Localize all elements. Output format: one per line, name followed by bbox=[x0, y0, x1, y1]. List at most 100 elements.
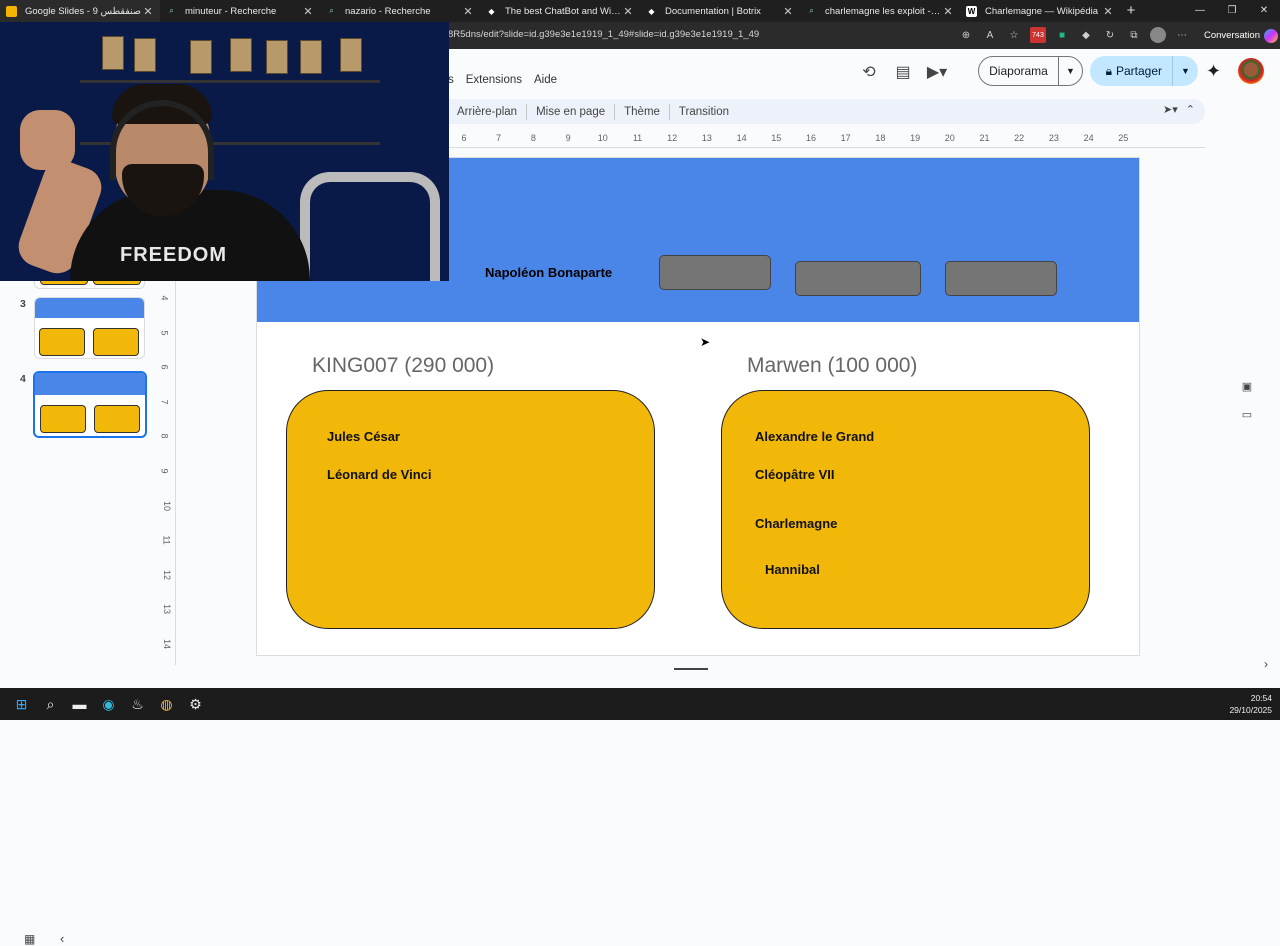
extension-badge[interactable]: 743 bbox=[1030, 27, 1046, 43]
ruler-tick-label: 6 bbox=[159, 364, 170, 370]
speaker-notes-handle[interactable] bbox=[674, 668, 708, 670]
menu-item-extensions[interactable]: Extensions bbox=[466, 74, 522, 86]
thumb-card bbox=[94, 405, 140, 433]
player-card[interactable]: Alexandre le Grand Cléopâtre VII Charlem… bbox=[721, 390, 1090, 629]
card-item[interactable]: Cléopâtre VII bbox=[755, 467, 834, 482]
tab-minuteur[interactable]: ⌕ minuteur - Recherche ✕ bbox=[160, 0, 320, 22]
tab-title: Charlemagne — Wikipédia bbox=[985, 5, 1098, 17]
task-view-icon[interactable]: ▬ bbox=[65, 688, 94, 720]
botrix-extension-icon[interactable]: ◆ bbox=[1078, 27, 1094, 43]
partager-label: Partager bbox=[1116, 64, 1163, 78]
windows-start-icon[interactable]: ⊞ bbox=[7, 688, 36, 720]
tab-charlemagne-search[interactable]: ⌕ charlemagne les exploit - Recherc ✕ bbox=[800, 0, 960, 22]
new-tab-button[interactable]: + bbox=[1120, 0, 1142, 22]
hand bbox=[20, 110, 75, 170]
close-icon[interactable]: ✕ bbox=[782, 5, 794, 18]
grey-box[interactable] bbox=[945, 261, 1057, 296]
menu-item-aide[interactable]: Aide bbox=[534, 74, 557, 86]
refresh-extension-icon[interactable]: ↻ bbox=[1102, 27, 1118, 43]
ruler-tick-label: 14 bbox=[162, 638, 173, 650]
tab-title: The best ChatBot and Widgets fo bbox=[505, 5, 622, 17]
slide-thumbnail-selected[interactable] bbox=[33, 371, 147, 438]
pointer-mode-icon[interactable]: ➤▾ bbox=[1163, 103, 1178, 116]
chevron-left-icon[interactable]: ‹ bbox=[60, 931, 64, 946]
avatar[interactable] bbox=[1238, 58, 1264, 84]
side-panel-icons: ▣ ▭ bbox=[1240, 380, 1254, 422]
player-card[interactable]: Jules César Léonard de Vinci bbox=[286, 390, 655, 629]
close-icon[interactable]: ✕ bbox=[302, 5, 314, 18]
minimize-icon[interactable]: — bbox=[1184, 0, 1216, 22]
tab-chatbot[interactable]: ◆ The best ChatBot and Widgets fo ✕ bbox=[480, 0, 640, 22]
tab-nazario[interactable]: ⌕ nazario - Recherche ✕ bbox=[320, 0, 480, 22]
player-name[interactable]: KING007 (290 000) bbox=[312, 354, 494, 378]
ruler-tick-label: 11 bbox=[161, 535, 172, 545]
close-icon[interactable]: ✕ bbox=[1102, 5, 1114, 18]
banner-text[interactable]: Napoléon Bonaparte bbox=[485, 265, 612, 280]
shelf bbox=[80, 80, 380, 83]
search-icon[interactable]: ⌕ bbox=[36, 688, 65, 720]
poster-frame bbox=[340, 38, 362, 72]
ruler-tick-label: 22 bbox=[1014, 133, 1025, 143]
arriere-plan-button[interactable]: Arrière-plan bbox=[448, 100, 526, 124]
ruler-tick-label: 25 bbox=[1118, 133, 1129, 143]
keep-icon[interactable]: ▣ bbox=[1240, 380, 1254, 394]
close-icon[interactable]: ✕ bbox=[622, 5, 634, 18]
partager-button[interactable]: 🔒︎ Partager ▼ bbox=[1090, 56, 1198, 86]
close-icon[interactable]: ✕ bbox=[462, 5, 474, 18]
profile-icon[interactable] bbox=[1150, 27, 1166, 43]
history-icon[interactable]: ⟲ bbox=[852, 58, 886, 86]
mise-en-page-button[interactable]: Mise en page bbox=[527, 100, 614, 124]
grid-view-icon[interactable]: ▦ bbox=[24, 932, 35, 946]
restore-icon[interactable]: ❐ bbox=[1216, 0, 1248, 22]
meet-icon[interactable]: ▶▾ bbox=[920, 58, 954, 86]
close-window-icon[interactable]: ✕ bbox=[1248, 0, 1280, 22]
folder-icon[interactable]: ▭ bbox=[1240, 408, 1254, 422]
gemini-icon[interactable]: ✦ bbox=[1206, 61, 1221, 82]
player-name[interactable]: Marwen (100 000) bbox=[747, 354, 917, 378]
card-item[interactable]: Alexandre le Grand bbox=[755, 429, 874, 444]
diaporama-button[interactable]: Diaporama ▼ bbox=[978, 56, 1083, 86]
thumb-banner bbox=[35, 373, 145, 395]
conversation-button[interactable]: Conversation bbox=[1198, 26, 1280, 45]
grey-box[interactable] bbox=[795, 261, 921, 296]
comments-icon[interactable]: ▤ bbox=[886, 58, 920, 86]
card-item[interactable]: Jules César bbox=[327, 429, 400, 444]
grey-box[interactable] bbox=[659, 255, 771, 290]
chevron-right-icon[interactable]: › bbox=[1264, 657, 1268, 671]
tab-wikipedia[interactable]: W Charlemagne — Wikipédia ✕ bbox=[960, 0, 1120, 22]
url-field[interactable]: 8R5dns/edit?slide=id.g39e3e1e1919_1_49#s… bbox=[448, 29, 759, 40]
tab-google-slides[interactable]: Google Slides - صنفقطس 9 ✕ bbox=[0, 0, 160, 22]
favorite-icon[interactable]: ☆ bbox=[1006, 27, 1022, 43]
ruler-tick-label: 7 bbox=[496, 133, 502, 143]
settings-icon[interactable]: ⚙ bbox=[181, 688, 210, 720]
extension-icon[interactable]: ■ bbox=[1054, 27, 1070, 43]
thumb-card bbox=[93, 328, 139, 356]
chrome-icon[interactable]: ◍ bbox=[152, 688, 181, 720]
steam-icon[interactable]: ♨ bbox=[123, 688, 152, 720]
card-item[interactable]: Charlemagne bbox=[755, 516, 837, 531]
system-clock[interactable]: 20:54 29/10/2025 bbox=[1229, 692, 1272, 716]
slide-thumbnail[interactable] bbox=[34, 297, 145, 359]
more-icon[interactable]: ⋯ bbox=[1174, 27, 1190, 43]
edge-icon[interactable]: ◉ bbox=[94, 688, 123, 720]
slide-number: 4 bbox=[20, 373, 26, 385]
card-item[interactable]: Léonard de Vinci bbox=[327, 467, 432, 482]
close-icon[interactable]: ✕ bbox=[942, 5, 954, 18]
zoom-icon[interactable]: ⊕ bbox=[958, 27, 974, 43]
chevron-down-icon[interactable]: ▼ bbox=[1059, 66, 1082, 76]
ruler-tick-label: 10 bbox=[162, 500, 173, 511]
tab-documentation[interactable]: ◆ Documentation | Botrix ✕ bbox=[640, 0, 800, 22]
ruler-tick-label: 8 bbox=[530, 133, 536, 143]
ruler-tick-label: 21 bbox=[979, 133, 990, 143]
transition-button[interactable]: Transition bbox=[670, 100, 738, 124]
card-item[interactable]: Hannibal bbox=[765, 562, 820, 577]
chevron-down-icon[interactable]: ▼ bbox=[1172, 56, 1198, 86]
ruler-tick-label: 4 bbox=[159, 295, 170, 301]
ruler-tick-label: 17 bbox=[840, 133, 851, 143]
read-aloud-icon[interactable]: A bbox=[982, 27, 998, 43]
chevron-up-icon[interactable]: ⌃ bbox=[1186, 103, 1195, 116]
close-icon[interactable]: ✕ bbox=[142, 5, 154, 18]
extensions-icon[interactable]: ⧉ bbox=[1126, 27, 1142, 43]
chair bbox=[300, 172, 440, 281]
theme-button[interactable]: Thème bbox=[615, 100, 669, 124]
